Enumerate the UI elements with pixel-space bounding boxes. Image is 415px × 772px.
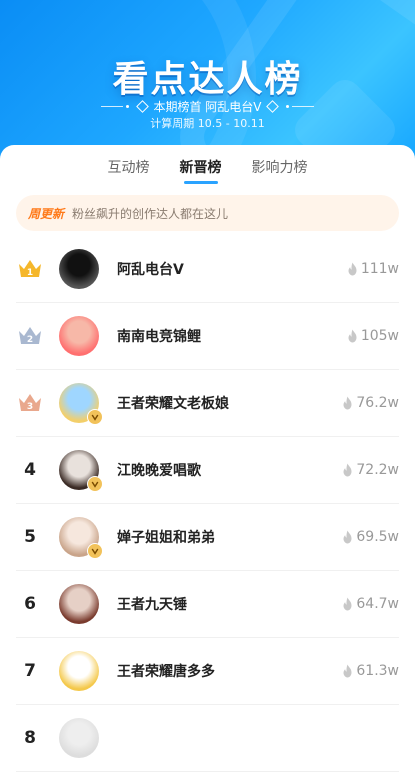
ranking-row[interactable]: 8 [16,704,399,772]
avatar-wrapper [59,248,99,289]
notice-tag: 周更新 [28,206,65,221]
diamond-icon [136,99,150,113]
notice-text: 粉丝飙升的创作达人都在这儿 [72,206,229,221]
update-notice: 周更新 粉丝飙升的创作达人都在这儿 [16,195,399,231]
top-leader-line: 本期榜首 阿乱电台V [0,97,415,115]
flame-icon [343,664,352,677]
creator-name[interactable]: 婵子姐姐和弟弟 [117,527,342,547]
rank-number: 4 [24,459,36,480]
avatar-wrapper [59,717,99,758]
rank-number: 6 [24,593,36,614]
tab-bar: 互动榜 新晋榜 影响力榜 [0,145,415,189]
heat-score: 69.5w [342,529,399,545]
flame-icon [343,463,352,476]
avatar[interactable] [59,248,99,289]
creator-name[interactable]: 王者荣耀文老板娘 [117,393,342,413]
rank-cell: 7 [16,651,44,691]
avatar[interactable] [59,717,99,758]
ranking-row[interactable]: 4 江晚晚爱唱歌 72.2w [16,436,399,504]
verified-badge-icon [87,475,103,492]
avatar[interactable] [59,583,99,624]
tab-new[interactable]: 新晋榜 [178,151,224,184]
flame-icon [348,329,357,342]
divider [291,105,314,107]
heat-score: 61.3w [342,663,399,679]
heat-score: 64.7w [342,596,399,612]
header-banner: 看点达人榜 本期榜首 阿乱电台V 计算周期 10.5 - 10.11 [0,0,415,165]
crown-icon: 1 [19,259,41,278]
crown-icon: 3 [19,393,41,412]
period-text: 计算周期 10.5 - 10.11 [150,117,265,130]
ranking-row[interactable]: 5 婵子姐姐和弟弟 69.5w [16,503,399,571]
heat-value: 76.2w [356,394,399,411]
creator-name[interactable]: 王者荣耀唐多多 [117,661,342,681]
heat-score: 72.2w [342,462,399,478]
tab-influence[interactable]: 影响力榜 [250,151,310,183]
creator-name[interactable]: 阿乱电台V [117,259,347,279]
creator-name[interactable]: 江晚晚爱唱歌 [117,460,342,480]
creator-name[interactable]: 南南电竞锦鲤 [117,326,347,346]
ranking-row[interactable]: 3 王者荣耀文老板娘 76.2w [16,369,399,437]
avatar-wrapper [59,382,103,425]
verified-badge-icon [87,542,103,559]
rank-cell: 6 [16,584,44,624]
ranking-row[interactable]: 6 王者九天锤 64.7w [16,570,399,638]
heat-score: 111w [347,261,399,277]
rank-cell: 4 [16,450,44,490]
tab-interaction[interactable]: 互动榜 [106,151,152,183]
dot-icon [126,104,130,108]
dot-icon [285,104,289,108]
avatar-wrapper [59,516,103,559]
rank-cell: 1 [16,249,44,289]
creator-name[interactable]: 王者九天锤 [117,594,342,614]
rank-number: 3 [27,402,33,412]
avatar-wrapper [59,449,103,492]
avatar[interactable] [59,650,99,691]
rank-cell: 5 [16,517,44,557]
ranking-card: 互动榜 新晋榜 影响力榜 周更新 粉丝飙升的创作达人都在这儿 1 阿乱电台V 111… [0,145,415,772]
avatar-wrapper [59,315,99,356]
ranking-row[interactable]: 2 南南电竞锦鲤 105w [16,302,399,370]
heat-value: 61.3w [356,662,399,679]
avatar-wrapper [59,650,99,691]
flame-icon [343,396,352,409]
rank-number: 5 [24,526,36,547]
heat-score: 105w [347,328,399,344]
crown-icon: 2 [19,326,41,345]
rank-cell: 3 [16,383,44,423]
heat-value: 72.2w [356,461,399,478]
rank-number: 8 [24,727,36,748]
flame-icon [343,597,352,610]
divider [101,105,124,107]
rank-number: 1 [27,268,33,278]
rank-number: 2 [27,335,33,345]
flame-icon [343,530,352,543]
ranking-row[interactable]: 7 王者荣耀唐多多 61.3w [16,637,399,705]
avatar[interactable] [59,315,99,356]
verified-badge-icon [87,408,103,425]
flame-icon [348,262,357,275]
rank-cell: 2 [16,316,44,356]
heat-value: 105w [360,327,399,344]
heat-value: 69.5w [356,528,399,545]
ranking-row[interactable]: 1 阿乱电台V 111w [16,235,399,303]
heat-score: 76.2w [342,395,399,411]
rank-cell: 8 [16,718,44,758]
page-title: 看点达人榜 [112,59,303,100]
rank-number: 7 [24,660,36,681]
diamond-icon [265,99,279,113]
heat-value: 64.7w [356,595,399,612]
avatar-wrapper [59,583,99,624]
heat-value: 111w [360,260,399,277]
leader-text: 本期榜首 阿乱电台V [153,99,262,114]
